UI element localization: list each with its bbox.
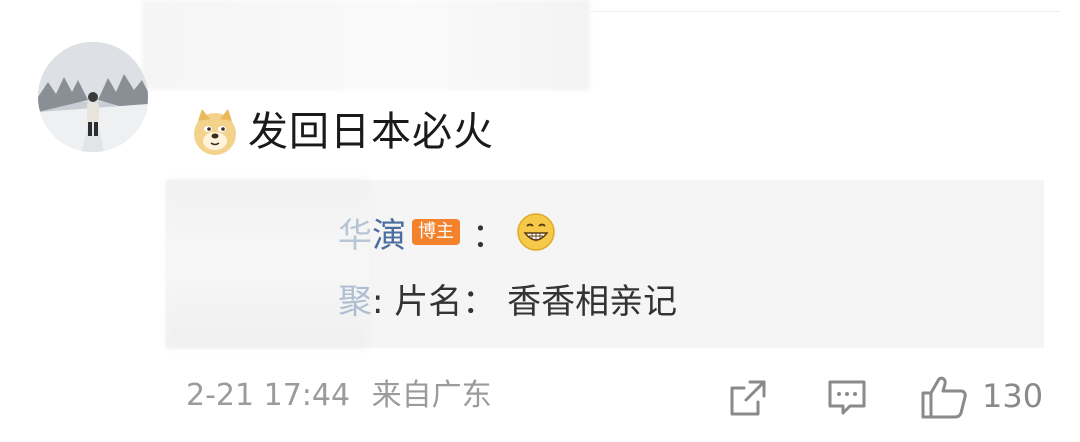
reply-author-link[interactable]: 华演 [338,208,406,257]
comment-text: 发回日本必火 [248,109,494,155]
author-badge: 博主 [412,219,460,245]
doge-icon [194,109,236,155]
blurred-reply-names [166,180,368,348]
avatar[interactable] [38,42,148,152]
grin-icon [517,213,555,251]
reply-item: 华演 博主 ： [338,208,556,256]
like-count: 130 [982,377,1044,415]
divider-line [590,11,1060,12]
reply-colon: ： [472,215,506,256]
comment-body: 发回日本必火 [190,104,494,160]
share-icon[interactable] [728,378,768,418]
reply-text: : 片名： 香香相亲记 [372,281,678,322]
reply-author-partial: 华 [338,215,372,256]
thumbs-up-icon[interactable] [920,374,968,420]
timestamp: 2-21 17:44 [186,378,351,413]
reply-author-name: 演 [372,215,406,256]
comment-meta: 2-21 17:44 来自广东 [186,374,492,418]
reply-author-link[interactable]: 聚 [338,274,372,323]
blurred-username [142,0,590,90]
comment-icon[interactable] [826,378,868,418]
reply-box[interactable]: 华演 博主 ： 聚 : 片名： 香香相亲记 [166,180,1044,348]
source-location: 来自广东 [371,378,492,413]
reply-item: 聚 : 片名： 香香相亲记 [338,274,677,322]
